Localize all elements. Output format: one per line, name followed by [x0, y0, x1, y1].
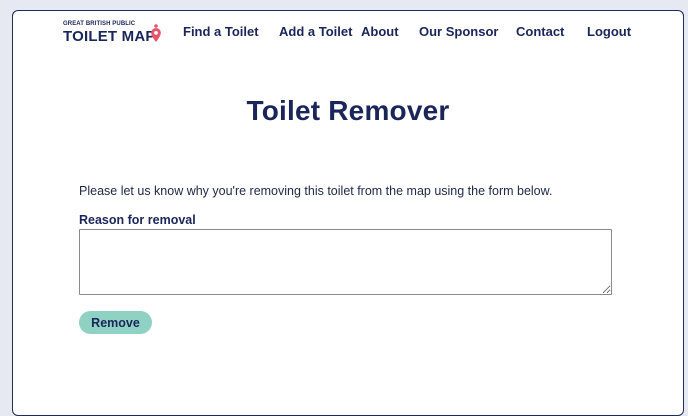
- intro-text: Please let us know why you're removing t…: [79, 184, 553, 198]
- logo-main-text: TOILET MAP: [63, 28, 156, 45]
- reason-textarea[interactable]: [79, 229, 612, 295]
- page-title: Toilet Remover: [246, 95, 450, 126]
- nav-find-a-toilet[interactable]: Find a Toilet: [183, 24, 259, 39]
- nav-logout[interactable]: Logout: [587, 24, 631, 39]
- nav-about[interactable]: About: [361, 24, 399, 39]
- nav-contact[interactable]: Contact: [516, 24, 564, 39]
- nav-our-sponsor[interactable]: Our Sponsor: [419, 24, 498, 39]
- remove-button[interactable]: Remove: [79, 311, 152, 334]
- browser-window: GREAT BRITISH PUBLIC TOILET MAP Find a T…: [12, 10, 684, 416]
- site-logo[interactable]: GREAT BRITISH PUBLIC TOILET MAP: [63, 21, 161, 46]
- map-pin-icon: [151, 24, 161, 42]
- reason-label: Reason for removal: [79, 213, 196, 227]
- logo-top-text: GREAT BRITISH PUBLIC: [63, 21, 136, 27]
- nav-add-a-toilet[interactable]: Add a Toilet: [279, 24, 352, 39]
